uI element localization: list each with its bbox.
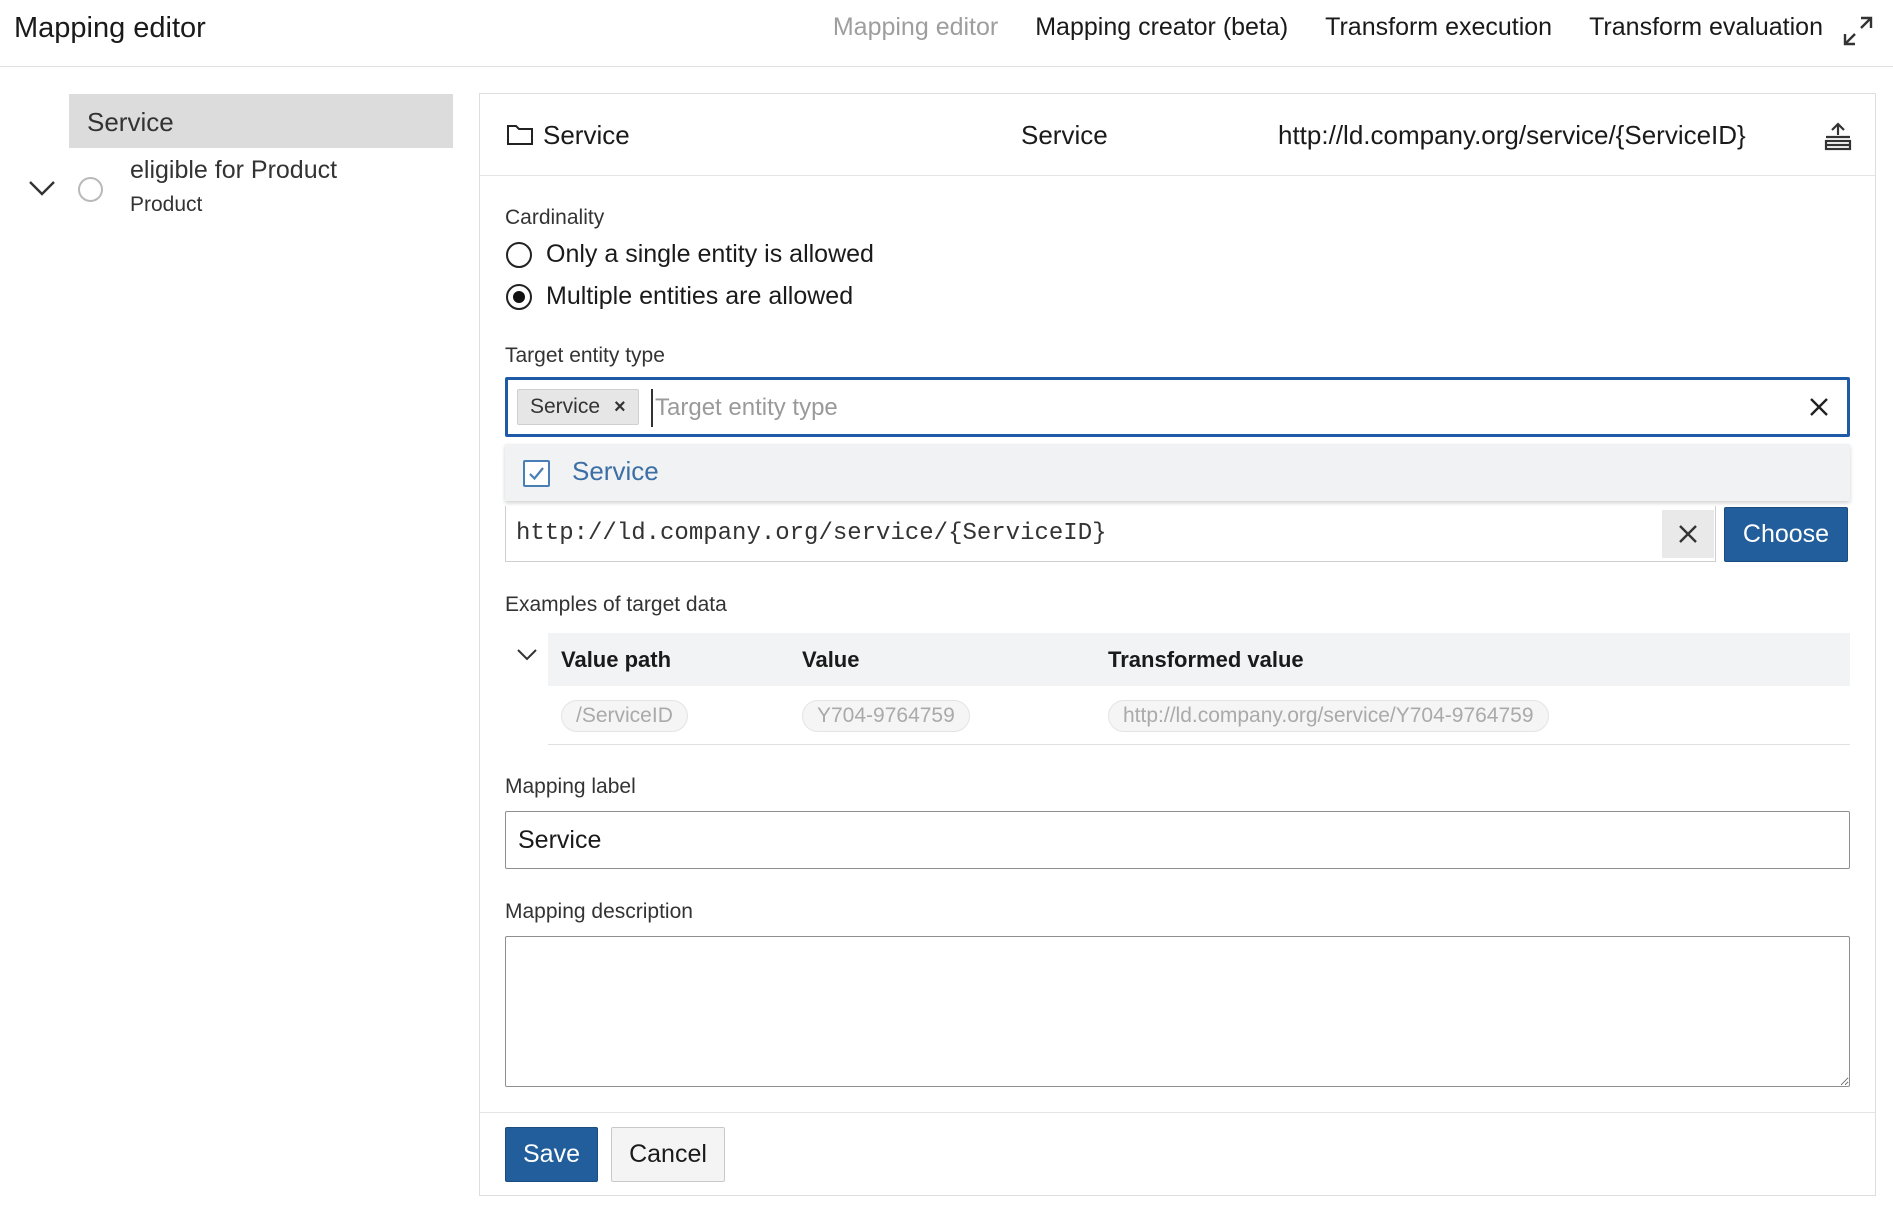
example-value-path: /ServiceID (561, 700, 688, 732)
uri-pattern-value: http://ld.company.org/service/{ServiceID… (516, 520, 1107, 547)
tree-item-radio[interactable] (78, 177, 103, 202)
cardinality-single-option[interactable]: Only a single entity is allowed (506, 240, 874, 269)
uri-pattern-field[interactable]: http://ld.company.org/service/{ServiceID… (505, 506, 1716, 562)
table-row: /ServiceID Y704-9764759 http://ld.compan… (548, 686, 1850, 745)
tag-remove-icon[interactable]: × (614, 396, 626, 419)
choose-button[interactable]: Choose (1724, 507, 1848, 562)
cardinality-label: Cardinality (505, 206, 605, 229)
examples-table-header: Value path Value Transformed value (548, 633, 1850, 686)
mapping-description-textarea[interactable] (505, 936, 1850, 1087)
save-button[interactable]: Save (505, 1127, 598, 1182)
entity-type-tag: Service × (517, 389, 639, 425)
expand-icon[interactable] (1839, 12, 1877, 50)
mapping-description-label: Mapping description (505, 900, 693, 923)
example-transformed-value: http://ld.company.org/service/Y704-97647… (1108, 700, 1549, 732)
chevron-down-icon[interactable] (26, 173, 58, 205)
radio-multiple-label: Multiple entities are allowed (546, 282, 854, 310)
radio-single[interactable] (506, 241, 532, 268)
nav-mapping-creator[interactable]: Mapping creator (beta) (1035, 13, 1288, 42)
cancel-button[interactable]: Cancel (611, 1127, 725, 1182)
tree-item-eligible-for-product[interactable]: eligible for Product Product (76, 155, 456, 221)
tree-item-sublabel: Product (130, 193, 203, 216)
mapping-tree (0, 67, 468, 1210)
nav-mapping-editor[interactable]: Mapping editor (833, 13, 998, 42)
uri-clear-button[interactable] (1662, 510, 1714, 558)
column-value-path: Value path (561, 647, 672, 672)
mapping-editor-card: Service Service http://ld.company.org/se… (479, 93, 1876, 1196)
target-entity-type-select[interactable]: Service × (505, 377, 1850, 437)
chevron-down-icon[interactable] (515, 642, 539, 666)
tree-item-label: eligible for Product (130, 156, 338, 184)
mapping-uri: http://ld.company.org/service/{ServiceID… (1278, 120, 1746, 150)
mapping-name: Service (543, 120, 630, 150)
card-footer: Save Cancel (480, 1112, 1875, 1197)
radio-single-label: Only a single entity is allowed (546, 240, 874, 268)
mapping-type: Service (1021, 120, 1108, 150)
entity-type-dropdown-option[interactable]: Service (505, 444, 1850, 501)
mapping-label-label: Mapping label (505, 775, 636, 798)
folder-icon (506, 122, 534, 146)
target-entity-type-input[interactable] (651, 389, 1651, 427)
app-header: Mapping editor Mapping editor Mapping cr… (0, 0, 1893, 67)
radio-multiple[interactable] (506, 283, 532, 310)
checkbox-checked-icon[interactable] (523, 460, 550, 487)
column-value: Value (802, 647, 860, 672)
nav-transform-execution[interactable]: Transform execution (1325, 13, 1552, 42)
clear-icon[interactable] (1805, 393, 1833, 421)
top-nav: Mapping editor Mapping creator (beta) Tr… (833, 13, 1823, 42)
example-value: Y704-9764759 (802, 700, 970, 732)
column-transformed-value: Transformed value (1108, 647, 1304, 672)
collapse-icon[interactable] (1823, 121, 1853, 151)
app-title: Mapping editor (14, 12, 206, 44)
tree-item-service[interactable]: Service (69, 94, 453, 148)
cardinality-multiple-option[interactable]: Multiple entities are allowed (506, 282, 853, 311)
mapping-label-input[interactable] (505, 811, 1850, 869)
target-entity-type-label: Target entity type (505, 344, 665, 367)
examples-table: Value path Value Transformed value /Serv… (548, 633, 1850, 745)
examples-label: Examples of target data (505, 593, 727, 616)
dropdown-option-label: Service (572, 456, 659, 486)
nav-transform-evaluation[interactable]: Transform evaluation (1589, 13, 1823, 42)
card-header: Service Service http://ld.company.org/se… (480, 94, 1875, 176)
entity-type-tag-label: Service (530, 395, 601, 418)
